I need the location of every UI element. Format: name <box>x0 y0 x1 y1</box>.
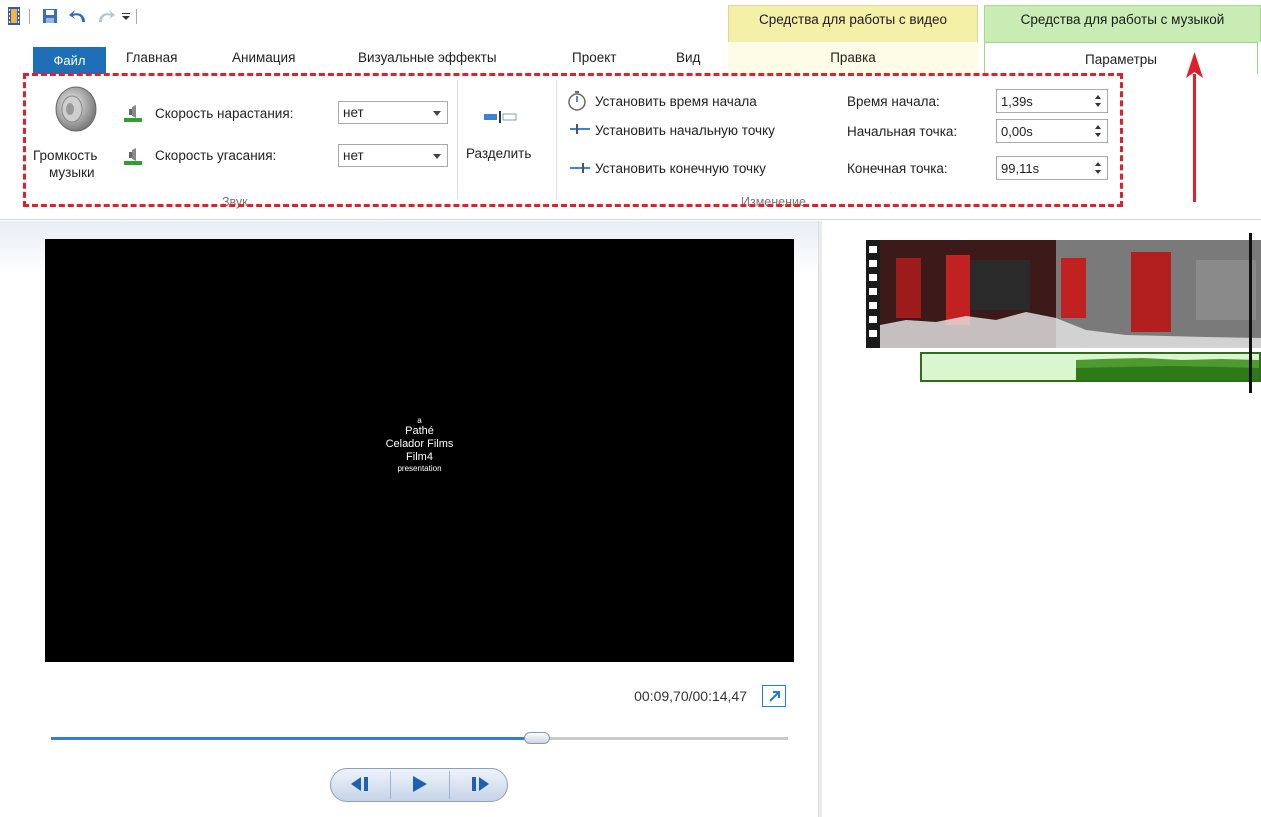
previous-frame-button[interactable] <box>331 769 390 801</box>
video-tools-label: Средства для работы с видео <box>758 12 948 27</box>
tab-options-label: Параметры <box>1085 52 1157 67</box>
seek-progress <box>51 737 537 740</box>
timecode: 00:09,70/00:14,47 <box>634 688 747 704</box>
tab-edit[interactable]: Правка <box>728 42 978 74</box>
caption-line: Pathé <box>405 425 434 437</box>
qat-separator <box>29 9 30 24</box>
app-film-icon[interactable] <box>8 7 20 25</box>
fullscreen-button[interactable] <box>762 685 786 707</box>
video-preview[interactable]: a Pathé Celador Films Film4 presentation <box>45 239 794 662</box>
music-track[interactable] <box>920 352 1261 382</box>
highlight-annotation <box>23 73 1123 207</box>
play-icon <box>413 775 427 795</box>
caption-line: presentation <box>397 464 442 473</box>
previous-frame-icon <box>350 776 371 794</box>
redo-icon[interactable] <box>96 8 116 24</box>
undo-icon[interactable] <box>68 8 88 24</box>
tab-home[interactable]: Главная <box>126 50 177 65</box>
playhead[interactable] <box>1249 233 1252 393</box>
tab-animation[interactable]: Анимация <box>232 50 295 65</box>
next-frame-icon <box>469 776 489 794</box>
save-icon[interactable] <box>42 8 58 24</box>
expand-icon <box>768 690 781 706</box>
tab-file[interactable]: Файл <box>33 47 106 74</box>
video-clip-thumbnail[interactable] <box>866 240 1261 348</box>
next-frame-button[interactable] <box>450 769 508 801</box>
seek-thumb[interactable] <box>524 732 550 744</box>
caption-line: Celador Films <box>385 438 454 450</box>
video-caption: a Pathé Celador Films Film4 presentation <box>45 416 794 473</box>
arrow-up-icon <box>1186 52 1203 81</box>
tab-visual-effects[interactable]: Визуальные эффекты <box>358 50 497 65</box>
caption-line: a <box>417 416 422 425</box>
caption-line: Film4 <box>406 451 433 463</box>
video-tools-context-header: Средства для работы с видео <box>728 5 978 42</box>
tab-project[interactable]: Проект <box>572 50 616 65</box>
music-tools-context-header: Средства для работы с музыкой <box>984 5 1261 42</box>
play-button[interactable] <box>391 769 449 801</box>
music-tools-label: Средства для работы с музыкой <box>1020 12 1225 27</box>
transport-controls <box>330 768 508 802</box>
tab-edit-label: Правка <box>830 50 876 65</box>
tab-view[interactable]: Вид <box>676 50 700 65</box>
customize-qat-icon[interactable] <box>121 8 131 24</box>
red-arrow-annotation <box>1193 74 1196 202</box>
qat-separator <box>136 9 137 24</box>
